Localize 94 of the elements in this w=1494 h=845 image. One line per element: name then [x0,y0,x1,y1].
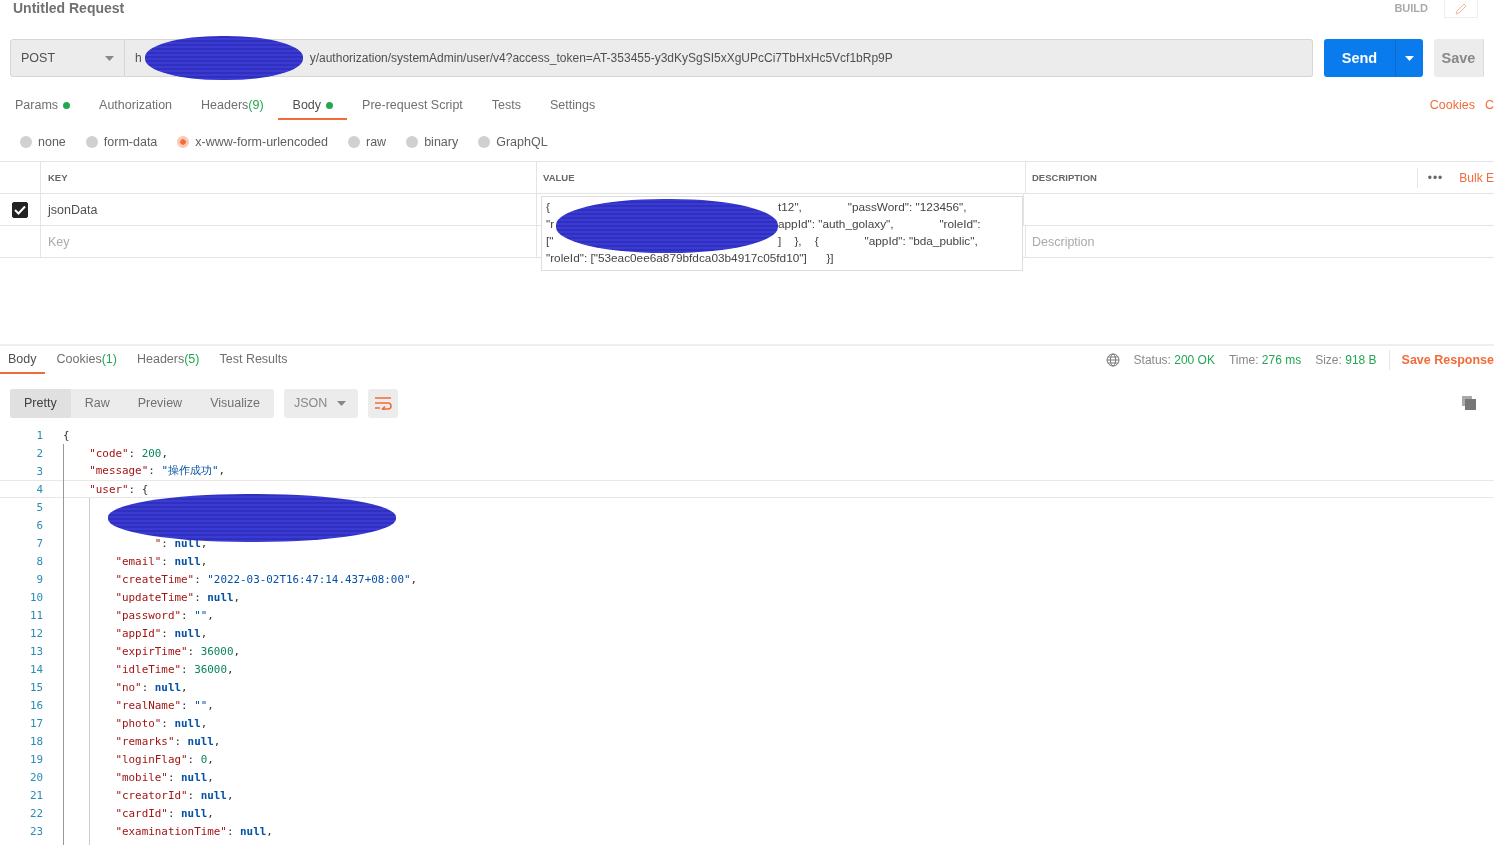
code-line: "cardId": null, [114,806,214,820]
more-button[interactable]: ••• [1416,167,1444,188]
code-line: "message": "操作成功", [88,464,226,478]
wrap-lines-icon [373,396,392,410]
line-number: 17 [28,716,43,730]
format-tab[interactable]: Pretty [10,388,71,418]
response-tab[interactable]: Cookies(1) [48,346,125,374]
send-options-button[interactable] [1395,39,1423,77]
column-header: DESCRIPTION [1032,172,1097,183]
format-tab[interactable]: Preview [123,388,197,418]
body-type-option[interactable]: GraphQL [478,135,548,149]
value-editor[interactable]: { t12", "passWord": "123456", "r appId": "auth_golaxy", "roleId": [" ] }, { "appId": "bda_public", "roleId": ["53eac0ee6a879bfdca03b4917c05fd10"] }] [541,196,1023,271]
code-line: "examinationTime": null, [114,824,273,838]
line-number: 3 [35,464,43,478]
code-line: "email": null, [114,554,208,568]
code-line: "createTime": "2022-03-02T16:47:14.437+08:00", [114,572,418,586]
header-link[interactable]: Cookies [1429,98,1475,122]
response-tab[interactable]: Test Results [211,346,296,374]
wrap-button[interactable] [367,388,398,418]
code-line: { [63,428,70,442]
code-line: "password": "", [114,608,214,622]
code-line: "user": { [88,482,149,496]
line-number: 9 [35,572,43,586]
code-line: "appId": null, [114,626,208,640]
code-line: "photo": null, [114,716,208,730]
request-tab[interactable]: Authorization [84,92,187,120]
response-stat: Status: 200 OK [1133,353,1215,367]
pencil-icon [1454,1,1468,16]
format-tab[interactable]: Visualize [196,388,274,418]
method-select[interactable]: POST [10,39,125,77]
code-line: "idleTime": 36000, [114,662,234,676]
code-line: "expirTime": 36000, [114,644,241,658]
code-line: "loginFlag": 0, [114,752,214,766]
header-link[interactable]: C [1484,98,1494,122]
code-line: "no": null, [114,680,188,694]
code-line: "updateTime": null, [114,590,241,604]
language-select[interactable]: JSON [283,388,358,418]
request-tab[interactable]: Pre-request Script [347,92,477,120]
body-type-option[interactable]: none [20,135,66,149]
code-line: "code": 200, [88,446,168,460]
line-number: 23 [28,824,43,838]
response-stat: Size: 918 B [1315,353,1377,367]
line-number: 19 [28,752,43,766]
code-line: "remarks": null, [114,734,221,748]
line-number: 1 [35,428,43,442]
line-number: 14 [28,662,43,676]
request-tab[interactable]: Headers(9) [186,92,278,120]
line-number: 20 [28,770,43,784]
save-response-link[interactable]: Save Response [1401,353,1494,367]
response-tab[interactable]: Body [0,346,45,374]
line-number: 21 [28,788,43,802]
request-tab[interactable]: Tests [476,92,535,120]
url-field[interactable]: h y/authorization/systemAdmin/user/v4?access_token=AT-353455-y3dKySgSI5xXgUPcCi7TbHxHc5Vcf1bRp9P [125,39,1313,77]
line-number: 12 [28,626,43,640]
caret-icon [105,55,114,61]
save-button[interactable]: Save [1434,39,1484,77]
body-type-option[interactable]: form-data [85,135,158,149]
line-number: 11 [28,608,43,622]
caret-icon [336,400,346,406]
line-number: 2 [35,446,43,460]
request-tab[interactable]: Body [277,92,348,120]
checkbox[interactable] [12,201,28,218]
send-button[interactable]: Send [1324,39,1395,77]
globe-icon [1105,353,1120,367]
column-header: KEY [48,172,68,183]
response-stat: Time: 276 ms [1228,353,1302,367]
code-line: "realName": "", [114,698,214,712]
line-number: 15 [28,680,43,694]
format-tab[interactable]: Raw [70,388,124,418]
code-line: "creatorId": null, [114,788,234,802]
line-number: 22 [28,806,43,820]
request-title: Untitled Request [13,0,125,16]
response-tab[interactable]: Headers(5) [128,346,208,374]
copy-icon[interactable] [1462,396,1476,410]
code-line: "mobile": null, [114,770,214,784]
request-tab[interactable]: Params [0,92,85,120]
body-type-option[interactable]: binary [406,135,459,149]
request-tab[interactable]: Settings [535,92,610,120]
line-number: 5 [35,500,43,514]
line-number: 16 [28,698,43,712]
line-number: 10 [28,590,43,604]
line-number: 13 [28,644,43,658]
param-key: jsonData [48,202,98,217]
caret-icon [1405,55,1414,61]
bulk-edit-link[interactable]: Bulk E [1459,170,1494,185]
line-number: 4 [35,482,43,496]
build-label: BUILD [1394,2,1428,14]
line-number: 6 [35,518,43,532]
body-type-option[interactable]: raw [348,135,387,149]
line-number: 7 [35,536,43,550]
column-header: VALUE [543,172,575,183]
body-type-option[interactable]: x-www-form-urlencoded [177,135,328,149]
line-number: 8 [35,554,43,568]
line-number: 18 [28,734,43,748]
